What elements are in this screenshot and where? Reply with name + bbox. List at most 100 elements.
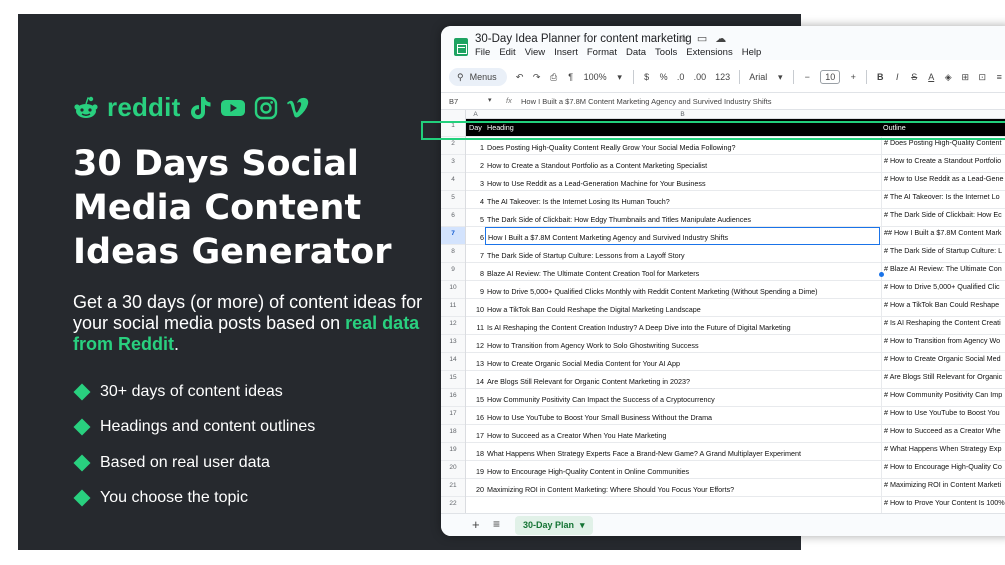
- day-cell[interactable]: 14: [468, 371, 484, 389]
- outline-cell[interactable]: # How to Transition from Agency Wo: [881, 335, 1005, 353]
- outline-cell[interactable]: # How to Create Organic Social Med: [881, 353, 1005, 371]
- paint-format-icon[interactable]: ¶: [567, 72, 575, 82]
- menu-help[interactable]: Help: [742, 47, 762, 58]
- row-number[interactable]: 6: [441, 209, 465, 227]
- table-row[interactable]: 12 How to Transition from Agency Work to …: [466, 335, 1005, 353]
- font-size-input[interactable]: 10: [820, 70, 841, 84]
- outline-cell[interactable]: # Maximizing ROI in Content Marketi: [881, 479, 1005, 497]
- table-row[interactable]: 17 How to Succeed as a Creator When You H…: [466, 425, 1005, 443]
- table-row[interactable]: # How to Prove Your Content Is 100%: [466, 497, 1005, 513]
- borders-icon[interactable]: ⊞: [961, 72, 969, 83]
- decrease-decimal-button[interactable]: .0: [677, 72, 685, 82]
- table-row[interactable]: 11 Is AI Reshaping the Content Creation I…: [466, 317, 1005, 335]
- day-cell[interactable]: 9: [468, 281, 484, 299]
- zoom-select[interactable]: 100%: [584, 72, 607, 82]
- row-number[interactable]: 8: [441, 245, 465, 263]
- font-size-increase-button[interactable]: +: [849, 72, 857, 82]
- column-a-header[interactable]: A: [466, 111, 485, 118]
- day-cell[interactable]: 16: [468, 407, 484, 425]
- outline-cell[interactable]: # How to Succeed as a Creator Whe: [881, 425, 1005, 443]
- table-row[interactable]: 6 How I Built a $7.8M Content Marketing A…: [466, 227, 1005, 245]
- menu-edit[interactable]: Edit: [499, 47, 515, 58]
- strikethrough-icon[interactable]: S: [910, 72, 918, 82]
- table-row[interactable]: 20 Maximizing ROI in Content Marketing: W…: [466, 479, 1005, 497]
- row-number[interactable]: 21: [441, 479, 465, 497]
- formula-input[interactable]: How I Built a $7.8M Content Marketing Ag…: [521, 97, 772, 106]
- select-all-corner[interactable]: [441, 110, 466, 119]
- heading-cell[interactable]: How to Create Organic Social Media Conte…: [485, 353, 880, 371]
- heading-cell[interactable]: Is AI Reshaping the Content Creation Ind…: [485, 317, 880, 335]
- day-cell[interactable]: 19: [468, 461, 484, 479]
- day-cell[interactable]: 6: [468, 227, 484, 245]
- menu-file[interactable]: File: [475, 47, 490, 58]
- menu-insert[interactable]: Insert: [554, 47, 578, 58]
- currency-format-button[interactable]: $: [643, 72, 651, 82]
- day-cell[interactable]: 20: [468, 479, 484, 497]
- day-cell[interactable]: 7: [468, 245, 484, 263]
- column-b-header[interactable]: B: [485, 111, 880, 118]
- day-cell[interactable]: 18: [468, 443, 484, 461]
- table-row[interactable]: 3 How to Use Reddit as a Lead-Generation …: [466, 173, 1005, 191]
- table-row[interactable]: 10 How a TikTok Ban Could Reshape the Dig…: [466, 299, 1005, 317]
- heading-cell[interactable]: Maximizing ROI in Content Marketing: Whe…: [485, 479, 880, 497]
- row-number[interactable]: 17: [441, 407, 465, 425]
- heading-cell[interactable]: [485, 497, 880, 513]
- heading-cell[interactable]: How to Use Reddit as a Lead-Generation M…: [485, 173, 880, 191]
- table-row[interactable]: 13 How to Create Organic Social Media Con…: [466, 353, 1005, 371]
- table-row[interactable]: 16 How to Use YouTube to Boost Your Small…: [466, 407, 1005, 425]
- day-cell[interactable]: 11: [468, 317, 484, 335]
- heading-cell[interactable]: The Dark Side of Startup Culture: Lesson…: [485, 245, 880, 263]
- row-number[interactable]: 16: [441, 389, 465, 407]
- menu-tools[interactable]: Tools: [655, 47, 677, 58]
- heading-cell[interactable]: How to Succeed as a Creator When You Hat…: [485, 425, 880, 443]
- table-row[interactable]: 8 Blaze AI Review: The Ultimate Content C…: [466, 263, 1005, 281]
- outline-cell[interactable]: # Blaze AI Review: The Ultimate Con: [881, 263, 1005, 281]
- row-number[interactable]: 4: [441, 173, 465, 191]
- day-cell[interactable]: 4: [468, 191, 484, 209]
- heading-cell[interactable]: Are Blogs Still Relevant for Organic Con…: [485, 371, 880, 389]
- heading-cell[interactable]: How a TikTok Ban Could Reshape the Digit…: [485, 299, 880, 317]
- outline-cell[interactable]: # How to Use YouTube to Boost You: [881, 407, 1005, 425]
- row-number[interactable]: 7: [441, 227, 465, 245]
- heading-cell[interactable]: Blaze AI Review: The Ultimate Content Cr…: [485, 263, 880, 281]
- day-cell[interactable]: 3: [468, 173, 484, 191]
- row-number[interactable]: 15: [441, 371, 465, 389]
- table-row[interactable]: 5 The Dark Side of Clickbait: How Edgy Th…: [466, 209, 1005, 227]
- table-row[interactable]: 2 How to Create a Standout Portfolio as a…: [466, 155, 1005, 173]
- all-sheets-icon[interactable]: ≡: [493, 517, 500, 531]
- font-size-decrease-button[interactable]: −: [803, 72, 811, 82]
- menus-search[interactable]: ⚲ Menus: [449, 68, 507, 86]
- outline-cell[interactable]: # The Dark Side of Startup Culture: L: [881, 245, 1005, 263]
- menu-format[interactable]: Format: [587, 47, 617, 58]
- heading-cell[interactable]: How to Use YouTube to Boost Your Small B…: [485, 407, 880, 425]
- heading-cell[interactable]: How to Drive 5,000+ Qualified Clicks Mon…: [485, 281, 880, 299]
- heading-cell[interactable]: How to Encourage High-Quality Content in…: [485, 461, 880, 479]
- print-icon[interactable]: ⎙: [550, 72, 558, 83]
- text-color-icon[interactable]: A: [927, 72, 935, 82]
- italic-icon[interactable]: I: [893, 72, 901, 82]
- move-folder-icon[interactable]: ▭: [697, 32, 707, 45]
- menu-extensions[interactable]: Extensions: [686, 47, 732, 58]
- outline-cell[interactable]: # What Happens When Strategy Exp: [881, 443, 1005, 461]
- table-row[interactable]: 7 The Dark Side of Startup Culture: Lesso…: [466, 245, 1005, 263]
- sheets-logo-icon[interactable]: [454, 38, 468, 56]
- document-title[interactable]: 30-Day Idea Planner for content marketin…: [475, 33, 692, 45]
- table-row[interactable]: 15 How Community Positivity Can Impact th…: [466, 389, 1005, 407]
- star-icon[interactable]: ☆: [679, 32, 689, 45]
- row-number[interactable]: 10: [441, 281, 465, 299]
- outline-cell[interactable]: # How to Use Reddit as a Lead-Gene: [881, 173, 1005, 191]
- heading-cell[interactable]: How Community Positivity Can Impact the …: [485, 389, 880, 407]
- day-cell[interactable]: 17: [468, 425, 484, 443]
- table-row[interactable]: 4 The AI Takeover: Is the Internet Losing…: [466, 191, 1005, 209]
- day-cell[interactable]: 12: [468, 335, 484, 353]
- heading-cell[interactable]: How to Transition from Agency Work to So…: [485, 335, 880, 353]
- row-number[interactable]: 20: [441, 461, 465, 479]
- outline-cell[interactable]: ## How I Built a $7.8M Content Mark: [881, 227, 1005, 245]
- heading-cell[interactable]: The AI Takeover: Is the Internet Losing …: [485, 191, 880, 209]
- row-number[interactable]: 14: [441, 353, 465, 371]
- table-row[interactable]: 19 How to Encourage High-Quality Content …: [466, 461, 1005, 479]
- row-number[interactable]: 13: [441, 335, 465, 353]
- table-row[interactable]: 18 What Happens When Strategy Experts Fac…: [466, 443, 1005, 461]
- row-number[interactable]: 3: [441, 155, 465, 173]
- increase-decimal-button[interactable]: .00: [694, 72, 707, 82]
